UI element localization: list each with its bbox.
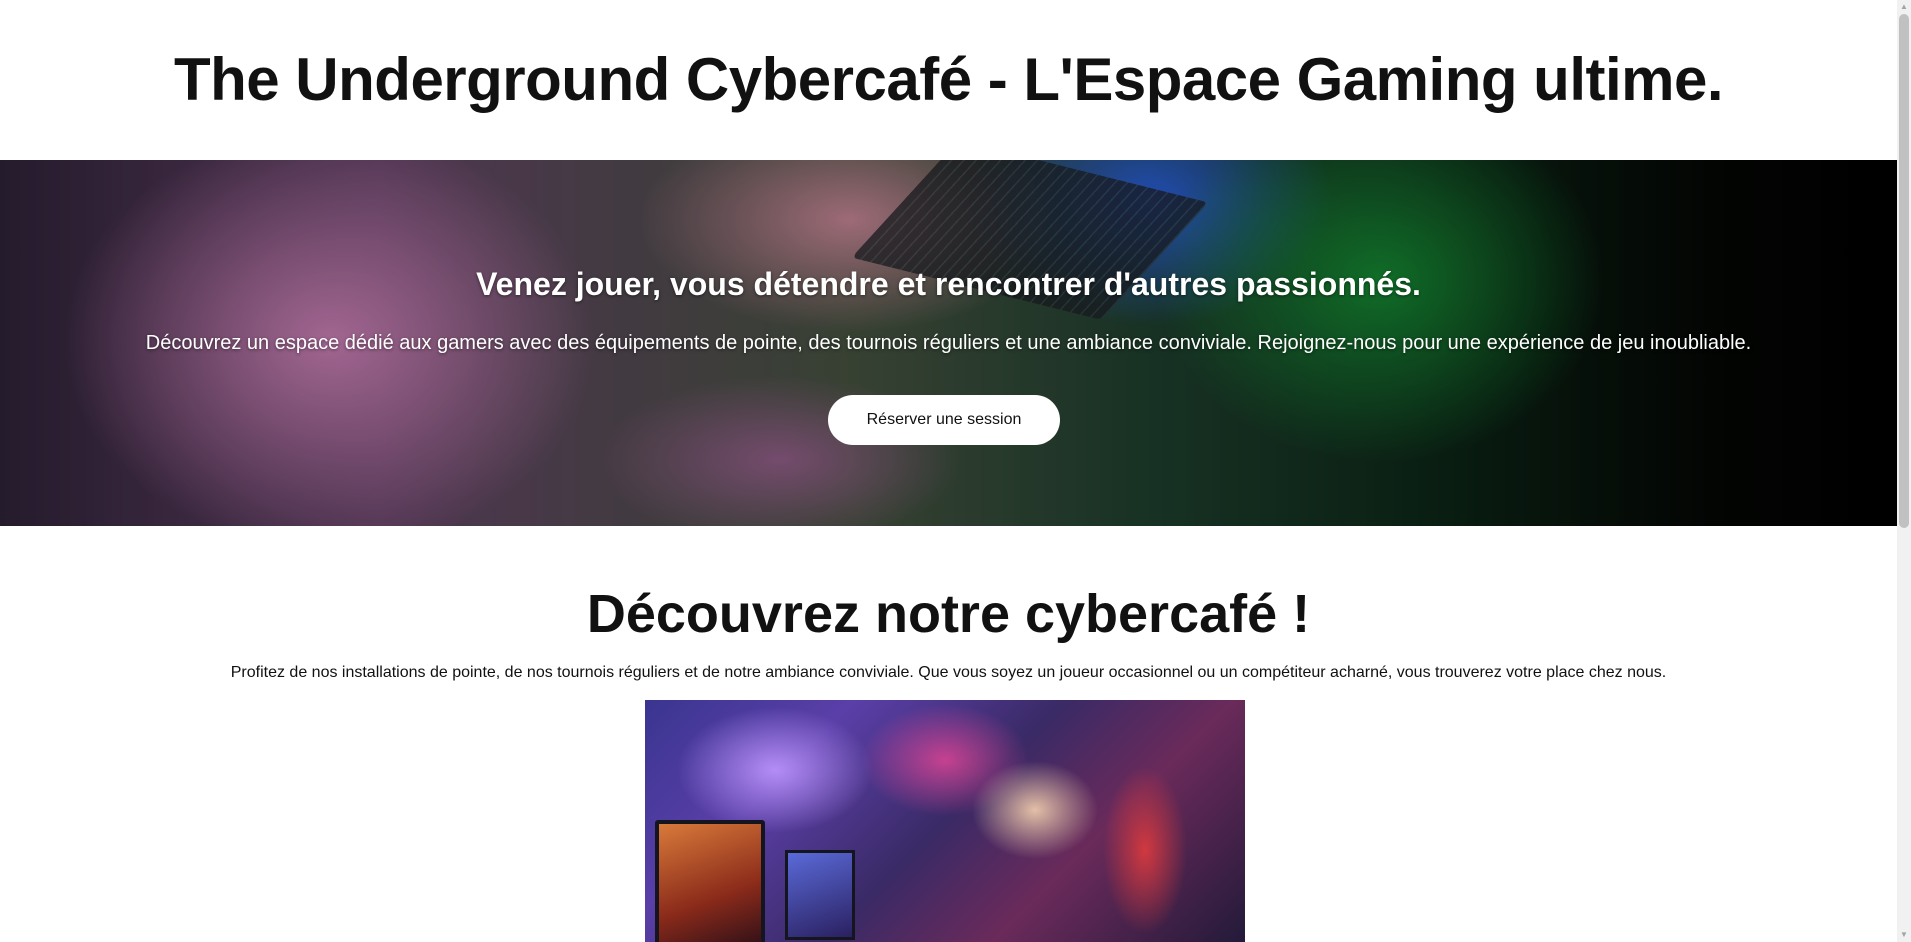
scroll-down-arrow-icon[interactable]: ▼ (1897, 928, 1911, 942)
scroll-up-arrow-icon[interactable]: ▲ (1897, 0, 1911, 14)
discover-text: Profitez de nos installations de pointe,… (230, 664, 1667, 681)
book-session-button[interactable]: Réserver une session (828, 395, 1060, 445)
hero-text: Découvrez un espace dédié aux gamers ave… (145, 332, 1752, 354)
cybercafe-photo (645, 700, 1245, 942)
vertical-scrollbar[interactable]: ▲ ▼ (1897, 0, 1911, 942)
hero-heading: Venez jouer, vous détendre et rencontrer… (476, 266, 1421, 302)
discover-title: Découvrez notre cybercafé ! (586, 584, 1311, 644)
site-title: The Underground Cybercafé - L'Espace Gam… (173, 46, 1724, 113)
page: The Underground Cybercafé - L'Espace Gam… (0, 0, 1897, 942)
hero-banner: Venez jouer, vous détendre et rencontrer… (0, 160, 1897, 526)
scrollbar-thumb[interactable] (1899, 14, 1909, 528)
monitor-image (785, 850, 855, 940)
monitor-image (655, 820, 765, 942)
